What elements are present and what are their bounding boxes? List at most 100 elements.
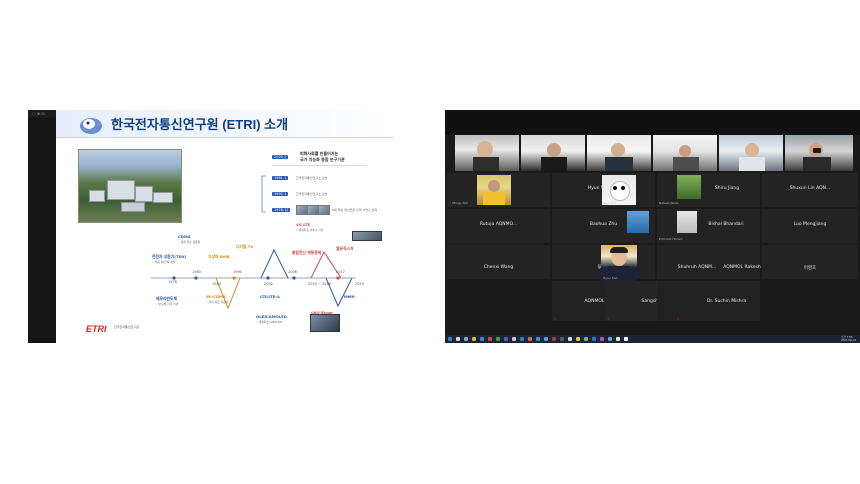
participant-tag: ⚡ xyxy=(554,317,557,321)
participant-video[interactable] xyxy=(455,135,519,171)
start-icon[interactable] xyxy=(448,337,452,341)
taskview-icon[interactable] xyxy=(464,337,468,341)
etri-logo-subtitle: 한국전자통신연구원 xyxy=(114,325,139,329)
participant-tile[interactable]: Bishal Bhandari Edmund Hitoshi xyxy=(627,209,760,243)
app-icon[interactable] xyxy=(520,337,524,341)
milestone-label: 지상파 DMB xyxy=(208,254,230,259)
participant-tile[interactable]: Shuxun Lin AQN... xyxy=(762,173,858,207)
participant-tag: Hyun Soo xyxy=(603,276,618,280)
timeline-year: 2002 xyxy=(264,282,273,286)
app-icon[interactable] xyxy=(608,337,612,341)
clock-date: 2021-06-24 xyxy=(841,339,857,342)
participant-tile[interactable]: Chenxi Wang xyxy=(447,245,550,279)
participant-name: Luo Mengjiang xyxy=(793,222,827,227)
app-icon[interactable] xyxy=(560,337,564,341)
edge-icon[interactable] xyxy=(480,337,484,341)
app-icon[interactable] xyxy=(624,337,628,341)
participant-video[interactable] xyxy=(785,135,853,171)
search-icon[interactable] xyxy=(456,337,460,341)
participant-tile[interactable]: Dr. Suchin Mishra ⚡ xyxy=(657,281,760,321)
app-icon[interactable] xyxy=(568,337,572,341)
participant-name: 이영호 xyxy=(803,266,817,271)
folder-icon[interactable] xyxy=(472,337,476,341)
app-icon[interactable] xyxy=(584,337,588,341)
info-divider xyxy=(272,165,367,166)
participant-tag: ⚡ xyxy=(677,317,680,321)
participant-video[interactable] xyxy=(719,135,783,171)
slide-title: 한국전자통신연구원 (ETRI) 소개 xyxy=(111,117,289,132)
milestone-label: 디지털 TV xyxy=(236,244,254,249)
timeline-year: 2010 ~ 2016 xyxy=(308,282,331,286)
participant-video[interactable] xyxy=(587,135,651,171)
app-icon[interactable] xyxy=(576,337,580,341)
participant-video xyxy=(477,175,511,205)
participant-name: Bishal Bhandari xyxy=(708,222,744,227)
milestone-label: OLED/AMOLED xyxy=(256,314,287,319)
toolbar-mini-label[interactable]: ○ ⊕ ⊡ xyxy=(32,111,45,116)
timeline-year: 1978 xyxy=(168,280,177,284)
shared-screen-window: ○ ⊕ ⊡ 한국전자통신연구원 (ETRI) 소개 2020.1 피해사회를 만… xyxy=(28,110,393,343)
milestone-label: 통합전산 재동종제 xyxy=(292,250,322,255)
participant-avatar xyxy=(677,211,697,233)
milestone-label: LTE/LTE-A xyxy=(260,294,280,299)
app-icon[interactable] xyxy=(512,337,516,341)
app-icon[interactable] xyxy=(616,337,620,341)
etri-logo: ETRI xyxy=(86,324,107,334)
participant-tag: ⚡ xyxy=(607,317,610,321)
taskbar-clock[interactable]: 오전 7:06 2021-06-24 xyxy=(841,336,856,342)
app-icon[interactable] xyxy=(528,337,532,341)
campus-photo xyxy=(78,149,182,223)
row-text: 한국전자통신연구소 출범 xyxy=(296,176,328,180)
participant-tag: ⚡ Mingo Kim xyxy=(449,201,469,205)
participant-video[interactable] xyxy=(653,135,717,171)
timeline-chart xyxy=(151,248,356,310)
headline-line2: 국가 지능화 종합 연구기관 xyxy=(300,157,345,162)
participant-tile[interactable]: Rutuja AQNMO... xyxy=(447,209,550,243)
milestone-label: 4G LTE xyxy=(296,222,311,227)
timeline-year: 1990 xyxy=(233,270,242,274)
participant-name: Shiru Jiang xyxy=(714,186,740,191)
os-taskbar: 오전 7:06 2021-06-24 xyxy=(445,335,860,343)
row-text: 8대 핵심 혁신전문 인력 IT연구 성과 xyxy=(332,208,378,212)
app-icon[interactable] xyxy=(552,337,556,341)
bracket-arrows xyxy=(261,175,266,213)
app-icon[interactable] xyxy=(592,337,596,341)
participant-tile[interactable]: Shuhruh AQNM... Hyun Soo AQNMOL Rakesh xyxy=(601,245,761,283)
participant-tile[interactable]: Shiru Jiang Jiwon Kim Nabeel Jibola xyxy=(602,173,760,207)
participant-video[interactable] xyxy=(521,135,585,171)
app-icon[interactable] xyxy=(544,337,548,341)
milestone-label: CDMA xyxy=(178,234,191,239)
timeline-year: 1984 xyxy=(212,282,221,286)
participant-avatar xyxy=(627,211,649,233)
participant-tile[interactable]: Luo Mengjiang xyxy=(762,209,858,243)
participant-tile[interactable]: ⚡ Mingo Kim xyxy=(447,173,550,207)
participant-tile[interactable]: 이영호 xyxy=(762,245,858,279)
milestone-label: MMH xyxy=(344,294,355,299)
participant-tag: Jiwon Kim xyxy=(602,201,617,205)
timeline-year: 2017 xyxy=(336,270,345,274)
participant-tag: Nabeel Jibola xyxy=(659,201,679,205)
app-icon[interactable] xyxy=(496,337,500,341)
participant-tag: Edmund Hitoshi xyxy=(659,237,683,241)
app-icon[interactable] xyxy=(504,337,508,341)
milestone-label: Wi-CDMA xyxy=(206,294,226,299)
timeline-year: 2006 xyxy=(288,270,297,274)
header-divider xyxy=(56,137,393,138)
meeting-gallery-window: ⚡ Mingo Kim Hyun Soo Kim Shiru Jiang Jiw… xyxy=(445,110,860,343)
milestone-label: 엘뮤직스처 xyxy=(336,246,354,251)
app-icon[interactable] xyxy=(488,337,492,341)
slide-header: 한국전자통신연구원 (ETRI) 소개 xyxy=(56,110,393,137)
app-icon[interactable] xyxy=(600,337,604,341)
participant-name: Dr. Suchin Mishra xyxy=(706,299,747,304)
row-year: 1981.1 xyxy=(272,176,289,180)
zoom-icon[interactable] xyxy=(536,337,540,341)
participant-name: Rutuja AQNMO... xyxy=(479,222,518,227)
presentation-slide: 한국전자통신연구원 (ETRI) 소개 2020.1 피해사회를 만들어가는 국… xyxy=(56,110,393,343)
timeline-year: 2019 xyxy=(355,282,364,286)
milestone-photo xyxy=(352,231,382,241)
year-badge: 2020.1 xyxy=(272,155,289,159)
participant-name: AQNMOL Rakesh xyxy=(723,265,761,270)
timeline-year: 1980 xyxy=(192,270,201,274)
etri-mascot-icon xyxy=(80,118,102,134)
participant-name: Shuxun Lin AQN... xyxy=(789,186,831,191)
